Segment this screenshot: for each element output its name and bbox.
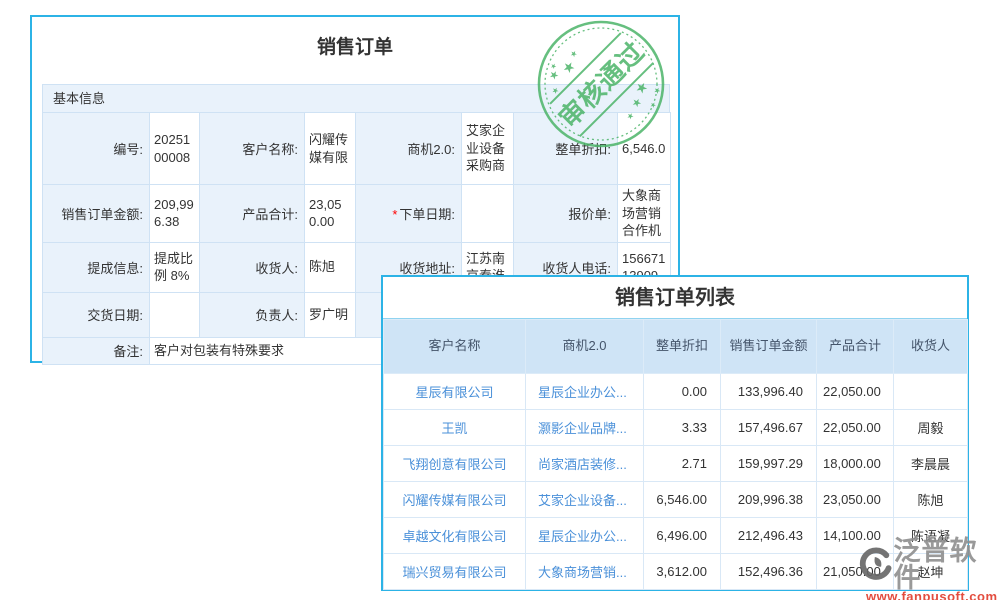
cell-opportunity: 星辰企业办公...	[526, 374, 644, 410]
cell-opportunity: 大象商场营销...	[526, 554, 644, 590]
field-value-number: 2025100008	[150, 113, 200, 185]
field-value-owner: 罗广明	[305, 292, 356, 337]
customer-link[interactable]: 卓越文化有限公司	[402, 529, 506, 544]
opportunity-link[interactable]: 艾家企业设备...	[538, 493, 627, 508]
field-value-quotation: 大象商场营销合作机	[618, 185, 671, 243]
opportunity-link[interactable]: 星辰企业办公...	[538, 529, 627, 544]
cell-customer: 卓越文化有限公司	[384, 518, 526, 554]
customer-link[interactable]: 瑞兴贸易有限公司	[402, 565, 506, 580]
cell-order-amount: 133,996.40	[721, 374, 817, 410]
cell-order-amount: 152,496.36	[721, 554, 817, 590]
opportunity-link[interactable]: 星辰企业办公...	[538, 385, 627, 400]
customer-link[interactable]: 闪耀传媒有限公司	[402, 493, 506, 508]
field-label-product-total: 产品合计:	[200, 185, 305, 243]
field-label-order-date-text: 下单日期:	[399, 207, 455, 222]
field-label-customer: 客户名称:	[200, 113, 305, 185]
column-header-customer: 客户名称	[384, 320, 526, 374]
field-value-product-total: 23,050.00	[305, 185, 356, 243]
field-label-commission: 提成信息:	[43, 242, 150, 292]
column-header-product-total: 产品合计	[817, 320, 894, 374]
field-value-order-date	[462, 185, 514, 243]
stamp-star-icon: ★	[549, 61, 559, 71]
field-value-order-amount: 209,996.38	[150, 185, 200, 243]
customer-link[interactable]: 王凯	[441, 421, 467, 436]
table-row: 飞翔创意有限公司 尚家酒店装修... 2.71 159,997.29 18,00…	[384, 446, 968, 482]
cell-consignee: 李晨晨	[894, 446, 968, 482]
fanpu-watermark: 泛普软件 www.fanpusoft.com	[858, 538, 998, 600]
form-row: 销售订单金额: 209,996.38 产品合计: 23,050.00 *下单日期…	[43, 185, 671, 243]
cell-discount: 2.71	[644, 446, 721, 482]
field-value-commission: 提成比例 8%	[150, 242, 200, 292]
approval-stamp: 审核通过 ★ ★ ★ ★ ★ ★ ★ ★ ★ ★	[535, 18, 667, 150]
cell-discount: 6,496.00	[644, 518, 721, 554]
fanpu-brand-text: 泛普软件	[893, 538, 998, 592]
cell-product-total: 22,050.00	[817, 374, 894, 410]
cell-product-total: 23,050.00	[817, 482, 894, 518]
table-row: 王凯 灏影企业品牌... 3.33 157,496.67 22,050.00 周…	[384, 410, 968, 446]
cell-consignee	[894, 374, 968, 410]
cell-order-amount: 212,496.43	[721, 518, 817, 554]
cell-product-total: 22,050.00	[817, 410, 894, 446]
cell-customer: 星辰有限公司	[384, 374, 526, 410]
field-label-number: 编号:	[43, 113, 150, 185]
cell-consignee: 周毅	[894, 410, 968, 446]
stamp-star-icon: ★	[625, 110, 636, 121]
cell-opportunity: 星辰企业办公...	[526, 518, 644, 554]
fanpu-logo-icon	[858, 546, 893, 584]
cell-order-amount: 157,496.67	[721, 410, 817, 446]
fanpu-watermark-row: 泛普软件	[858, 538, 998, 592]
field-label-opportunity: 商机2.0:	[356, 113, 462, 185]
customer-link[interactable]: 星辰有限公司	[415, 385, 493, 400]
cell-consignee: 陈旭	[894, 482, 968, 518]
field-label-order-amount: 销售订单金额:	[43, 185, 150, 243]
list-title: 销售订单列表	[383, 277, 967, 319]
cell-customer: 瑞兴贸易有限公司	[384, 554, 526, 590]
cell-order-amount: 159,997.29	[721, 446, 817, 482]
cell-opportunity: 艾家企业设备...	[526, 482, 644, 518]
page: 销售订单 基本信息 编号: 2025100008 客户名称: 闪耀传媒有限 商机…	[0, 0, 1000, 600]
fanpu-url-text: www.fanpusoft.com	[866, 589, 998, 600]
cell-customer: 王凯	[384, 410, 526, 446]
cell-discount: 3,612.00	[644, 554, 721, 590]
table-row: 星辰有限公司 星辰企业办公... 0.00 133,996.40 22,050.…	[384, 374, 968, 410]
column-header-discount: 整单折扣	[644, 320, 721, 374]
field-label-quotation: 报价单:	[514, 185, 618, 243]
table-row: 闪耀传媒有限公司 艾家企业设备... 6,546.00 209,996.38 2…	[384, 482, 968, 518]
cell-customer: 闪耀传媒有限公司	[384, 482, 526, 518]
stamp-star-icon: ★	[558, 57, 578, 77]
cell-opportunity: 尚家酒店装修...	[526, 446, 644, 482]
cell-product-total: 18,000.00	[817, 446, 894, 482]
stamp-star-icon: ★	[568, 48, 579, 59]
cell-discount: 6,546.00	[644, 482, 721, 518]
field-value-consignee: 陈旭	[305, 242, 356, 292]
cell-customer: 飞翔创意有限公司	[384, 446, 526, 482]
field-value-opportunity: 艾家企业设备采购商	[462, 113, 514, 185]
column-header-order-amount: 销售订单金额	[721, 320, 817, 374]
cell-opportunity: 灏影企业品牌...	[526, 410, 644, 446]
field-label-remark: 备注:	[43, 337, 150, 364]
field-value-customer: 闪耀传媒有限	[305, 113, 356, 185]
opportunity-link[interactable]: 大象商场营销...	[538, 565, 627, 580]
field-label-delivery-date: 交货日期:	[43, 292, 150, 337]
required-asterisk: *	[392, 207, 397, 222]
stamp-star-icon: ★	[629, 95, 645, 111]
opportunity-link[interactable]: 尚家酒店装修...	[538, 457, 627, 472]
customer-link[interactable]: 飞翔创意有限公司	[402, 457, 506, 472]
field-label-consignee: 收货人:	[200, 242, 305, 292]
field-label-owner: 负责人:	[200, 292, 305, 337]
field-label-order-date: *下单日期:	[356, 185, 462, 243]
column-header-consignee: 收货人	[894, 320, 968, 374]
list-header-row: 客户名称 商机2.0 整单折扣 销售订单金额 产品合计 收货人	[384, 320, 968, 374]
column-header-opportunity: 商机2.0	[526, 320, 644, 374]
cell-discount: 0.00	[644, 374, 721, 410]
field-value-delivery-date	[150, 292, 200, 337]
cell-order-amount: 209,996.38	[721, 482, 817, 518]
cell-discount: 3.33	[644, 410, 721, 446]
opportunity-link[interactable]: 灏影企业品牌...	[538, 421, 627, 436]
